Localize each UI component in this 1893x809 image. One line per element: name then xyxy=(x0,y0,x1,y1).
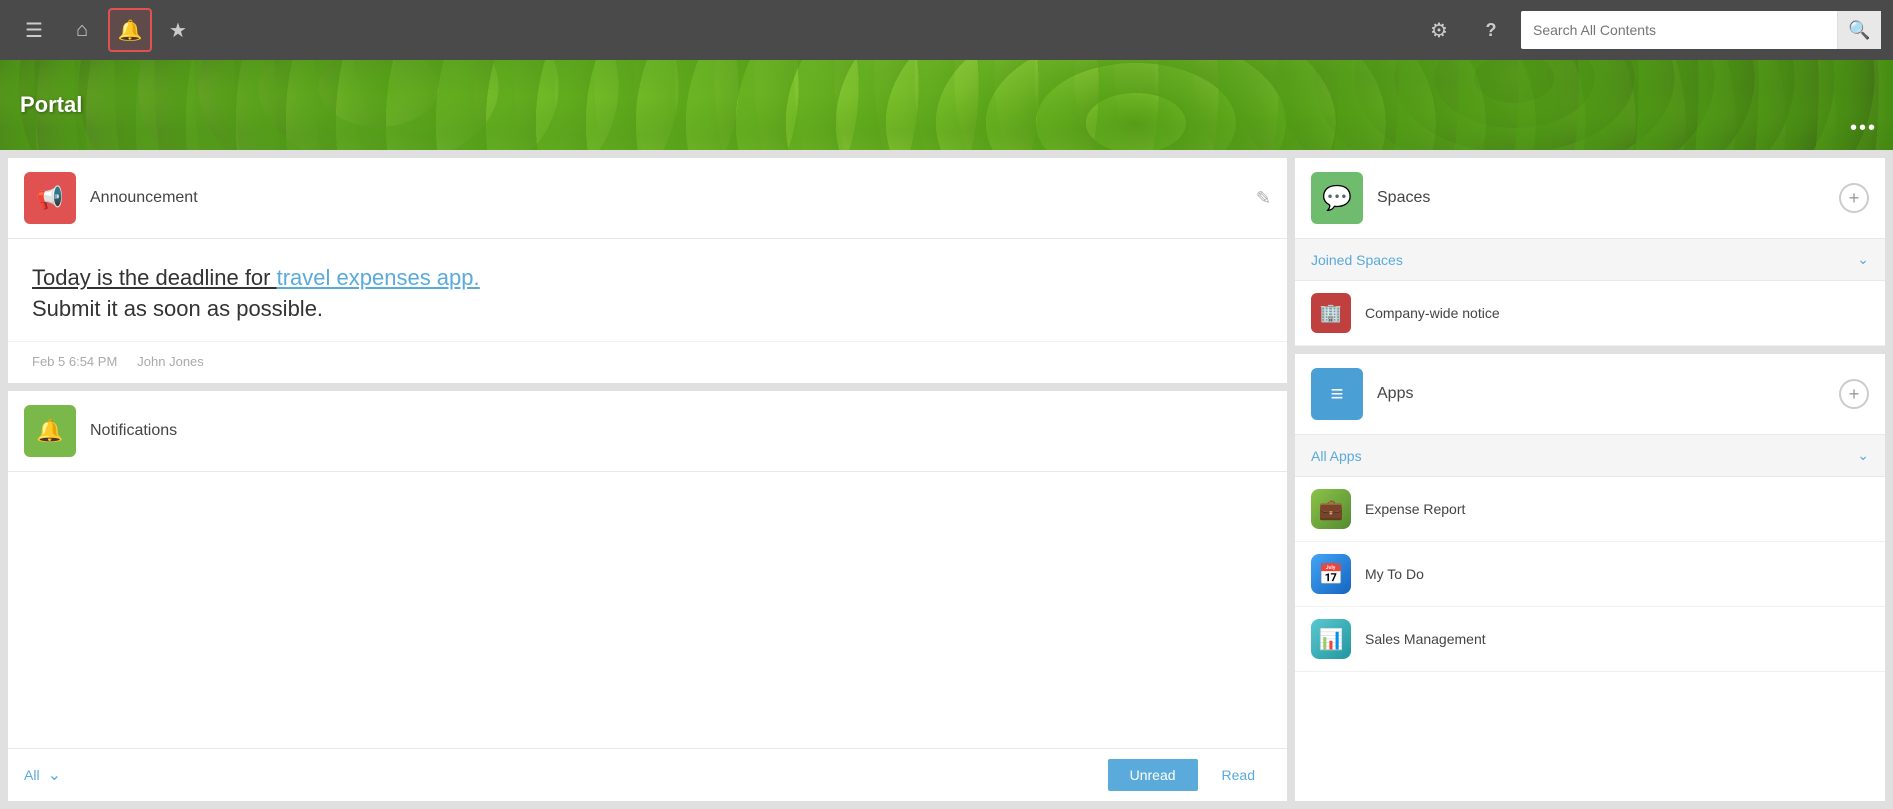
space-item[interactable]: 🏢 Company-wide notice xyxy=(1295,281,1885,346)
chat-icon: 💬 xyxy=(1322,184,1352,213)
gear-button[interactable]: ⚙ xyxy=(1417,8,1461,52)
hamburger-button[interactable]: ☰ xyxy=(12,8,56,52)
announcement-icon-box: 📢 xyxy=(24,172,76,224)
home-button[interactable]: ⌂ xyxy=(60,8,104,52)
app-item-expense[interactable]: 💼 Expense Report xyxy=(1295,477,1885,542)
announcement-header: 📢 Announcement ✎ xyxy=(8,158,1287,239)
apps-chevron-icon[interactable]: ⌄ xyxy=(1857,447,1869,464)
pencil-icon: ✎ xyxy=(1256,188,1271,208)
notifications-footer: All ⌄ Unread Read xyxy=(8,748,1287,801)
apps-icon-box: ≡ xyxy=(1311,368,1363,420)
announcement-body-line2: Submit it as soon as possible. xyxy=(32,296,323,321)
travel-expenses-link[interactable]: travel expenses app. xyxy=(277,265,480,290)
apps-list-icon: ≡ xyxy=(1331,381,1344,407)
spaces-widget: 💬 Spaces + Joined Spaces ⌄ 🏢 Company-wid… xyxy=(1295,158,1885,346)
notifications-dropdown-button[interactable]: ⌄ xyxy=(48,765,61,785)
expense-icon-glyph: 💼 xyxy=(1319,497,1344,522)
announcement-body: Today is the deadline for travel expense… xyxy=(8,239,1287,341)
space-name: Company-wide notice xyxy=(1365,305,1500,321)
help-button[interactable]: ? xyxy=(1469,8,1513,52)
joined-spaces-section: Joined Spaces ⌄ xyxy=(1295,239,1885,281)
help-icon: ? xyxy=(1486,20,1497,41)
spaces-add-button[interactable]: + xyxy=(1839,183,1869,213)
banner-bg xyxy=(0,60,1893,150)
joined-spaces-label[interactable]: Joined Spaces xyxy=(1311,252,1857,268)
bell-green-icon: 🔔 xyxy=(36,418,63,444)
portal-title: Portal xyxy=(20,92,82,118)
space-avatar: 🏢 xyxy=(1311,293,1351,333)
apps-widget: ≡ Apps + All Apps ⌄ 💼 Expense Report 📅 M… xyxy=(1295,354,1885,801)
search-bar: 🔍 xyxy=(1521,11,1881,49)
announcement-edit-button[interactable]: ✎ xyxy=(1256,188,1271,209)
notifications-unread-button[interactable]: Unread xyxy=(1108,759,1198,791)
spaces-chevron-icon[interactable]: ⌄ xyxy=(1857,251,1869,268)
megaphone-icon: 📢 xyxy=(36,185,63,211)
app-item-sales[interactable]: 📊 Sales Management xyxy=(1295,607,1885,672)
apps-header: ≡ Apps + xyxy=(1295,354,1885,435)
right-column: 💬 Spaces + Joined Spaces ⌄ 🏢 Company-wid… xyxy=(1295,158,1885,801)
chevron-down-icon: ⌄ xyxy=(48,767,61,784)
announcement-author: John Jones xyxy=(137,354,204,369)
left-column: 📢 Announcement ✎ Today is the deadline f… xyxy=(8,158,1287,801)
top-nav: ☰ ⌂ 🔔 ★ ⚙ ? 🔍 xyxy=(0,0,1893,60)
sales-mgmt-name: Sales Management xyxy=(1365,631,1486,647)
notifications-all-button[interactable]: All xyxy=(24,763,40,787)
space-avatar-icon: 🏢 xyxy=(1320,303,1342,324)
notifications-read-button[interactable]: Read xyxy=(1206,759,1271,791)
app-item-todo[interactable]: 📅 My To Do xyxy=(1295,542,1885,607)
announcement-meta: Feb 5 6:54 PM John Jones xyxy=(8,341,1287,383)
star-button[interactable]: ★ xyxy=(156,8,200,52)
nav-right: ⚙ ? 🔍 xyxy=(1417,8,1881,52)
expense-report-name: Expense Report xyxy=(1365,501,1465,517)
main-area: 📢 Announcement ✎ Today is the deadline f… xyxy=(0,150,1893,809)
home-icon: ⌂ xyxy=(76,19,88,42)
portal-more-button[interactable]: ••• xyxy=(1850,117,1877,140)
gear-icon: ⚙ xyxy=(1430,18,1448,43)
bell-icon: 🔔 xyxy=(118,18,143,43)
my-todo-name: My To Do xyxy=(1365,566,1424,582)
announcement-text: Today is the deadline for travel expense… xyxy=(32,263,1263,325)
expense-report-icon: 💼 xyxy=(1311,489,1351,529)
announcement-card: 📢 Announcement ✎ Today is the deadline f… xyxy=(8,158,1287,383)
sales-icon-glyph: 📊 xyxy=(1319,627,1344,652)
spaces-icon-box: 💬 xyxy=(1311,172,1363,224)
all-apps-label[interactable]: All Apps xyxy=(1311,448,1857,464)
all-apps-section: All Apps ⌄ xyxy=(1295,435,1885,477)
notifications-header: 🔔 Notifications xyxy=(8,391,1287,472)
notifications-card: 🔔 Notifications All ⌄ Unread Read xyxy=(8,391,1287,801)
spaces-header: 💬 Spaces + xyxy=(1295,158,1885,239)
sales-mgmt-icon: 📊 xyxy=(1311,619,1351,659)
notifications-icon-box: 🔔 xyxy=(24,405,76,457)
spaces-title: Spaces xyxy=(1377,189,1839,207)
search-button[interactable]: 🔍 xyxy=(1837,11,1881,49)
announcement-body-prefix: Today is the deadline for xyxy=(32,265,277,290)
announcement-title: Announcement xyxy=(90,189,1256,207)
apps-add-button[interactable]: + xyxy=(1839,379,1869,409)
notifications-title: Notifications xyxy=(90,422,1271,440)
portal-banner: Portal ••• xyxy=(0,60,1893,150)
search-input[interactable] xyxy=(1521,22,1837,38)
todo-icon-glyph: 📅 xyxy=(1319,562,1344,587)
notifications-body xyxy=(8,472,1287,748)
search-icon: 🔍 xyxy=(1848,20,1870,41)
announcement-date: Feb 5 6:54 PM xyxy=(32,354,117,369)
hamburger-icon: ☰ xyxy=(25,18,43,43)
star-icon: ★ xyxy=(169,18,187,43)
apps-title: Apps xyxy=(1377,385,1839,403)
my-todo-icon: 📅 xyxy=(1311,554,1351,594)
bell-button[interactable]: 🔔 xyxy=(108,8,152,52)
